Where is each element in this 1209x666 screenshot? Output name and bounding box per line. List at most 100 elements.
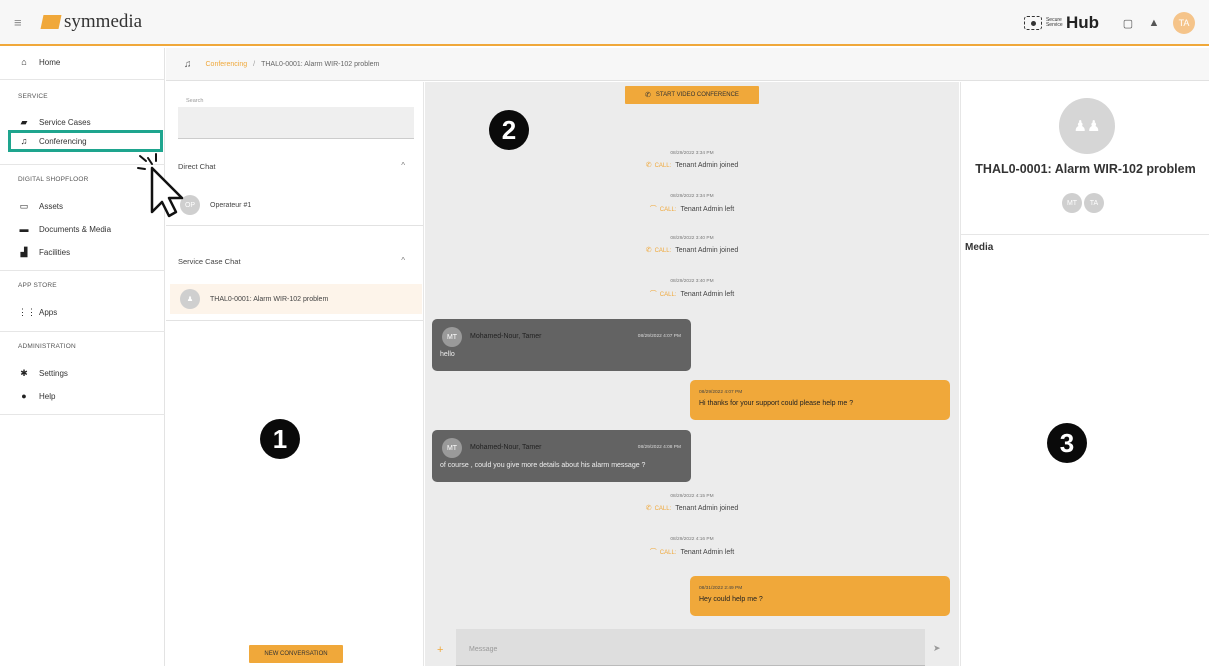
call-event: 08/29/2022 3:40 PM ⌒ CALL: Tenant Admin le… — [425, 279, 959, 299]
chevron-up-icon[interactable]: ^ — [401, 256, 405, 265]
member-avatar[interactable]: MT — [1062, 193, 1082, 213]
sender-name: Mohamed-Nour, Tamer — [470, 333, 542, 340]
sidebar-item-apps[interactable]: ⋮⋮ Apps — [0, 301, 165, 323]
section-digital-shopfloor: DIGITAL SHOPFLOOR — [18, 176, 89, 183]
phone-icon: ✆ — [645, 162, 652, 169]
add-attachment-button[interactable]: + — [437, 644, 443, 656]
top-bar: ≡ symmedia Secure Service Hub ▢ ▲ TA — [0, 0, 1209, 46]
assets-icon: ▭ — [19, 200, 29, 211]
sidebar-item-home[interactable]: ⌂ Home — [0, 51, 165, 73]
avatar: MT — [442, 327, 462, 347]
sender-name: Mohamed-Nour, Tamer — [470, 444, 542, 451]
send-icon[interactable]: ➤ — [933, 643, 941, 654]
sidebar-item-settings[interactable]: ✱ Settings — [0, 362, 165, 384]
hub-small-label: Secure Service — [1045, 17, 1063, 28]
section-administration: ADMINISTRATION — [18, 343, 76, 350]
search-input[interactable] — [178, 107, 414, 139]
new-conversation-button[interactable]: NEW CONVERSATION — [249, 645, 343, 663]
call-event: 08/29/2022 3:34 PM ⌒ CALL: Tenant Admin le… — [425, 194, 959, 214]
conversation-list-panel: Search Direct Chat ^ OP Operateur #1 Ser… — [166, 82, 424, 666]
sidebar-item-label: Apps — [39, 307, 58, 317]
headset-icon: ♫ — [20, 136, 28, 146]
event-time: 08/29/2022 3:34 PM — [670, 151, 714, 156]
sidebar-item-label: Home — [39, 57, 61, 67]
call-label: CALL: — [659, 550, 677, 556]
call-label: CALL: — [654, 163, 672, 169]
logo-mark — [40, 15, 62, 29]
sidebar-item-help[interactable]: ● Help — [0, 385, 165, 407]
event-line: ✆ CALL: Tenant Admin joined — [425, 161, 959, 169]
event-line: ⌒ CALL: Tenant Admin left — [425, 547, 959, 557]
call-event: 08/29/2022 4:15 PM ✆ CALL: Tenant Admin jo… — [425, 494, 959, 512]
breadcrumb-link-conferencing[interactable]: Conferencing — [206, 61, 248, 68]
help-icon: ● — [21, 391, 27, 401]
sidebar-item-documents-media[interactable]: ▬ Documents & Media — [0, 218, 165, 240]
sidebar-item-conferencing[interactable]: ♫ Conferencing — [8, 130, 163, 152]
user-avatar[interactable]: TA — [1173, 12, 1195, 34]
event-text: Tenant Admin joined — [675, 247, 739, 254]
incoming-message: MT Mohamed-Nour, Tamer 08/29/2022 4:08 P… — [432, 430, 691, 482]
event-text: Tenant Admin joined — [675, 162, 739, 169]
service-case-chat-title: Service Case Chat — [178, 257, 241, 266]
member-avatar[interactable]: TA — [1084, 193, 1104, 213]
avatar: MT — [442, 438, 462, 458]
message-text: Hi thanks for your support could please … — [699, 400, 854, 407]
outgoing-message: 08/29/2022 4:07 PM Hi thanks for your su… — [690, 380, 950, 420]
breadcrumb-separator: / — [253, 60, 256, 68]
hub-label: Hub — [1065, 13, 1099, 32]
event-time: 08/29/2022 3:34 PM — [670, 194, 714, 199]
logo[interactable]: symmedia — [40, 11, 143, 33]
event-text: Tenant Admin left — [680, 206, 735, 213]
outgoing-message: 08/31/2022 2:49 PM Hey could help me ? — [690, 576, 950, 616]
event-time: 08/29/2022 4:16 PM — [670, 537, 714, 542]
event-time: 08/29/2022 4:15 PM — [670, 494, 714, 499]
message-input[interactable]: Message — [456, 629, 925, 666]
start-video-conference-button[interactable]: ✆ START VIDEO CONFERENCE — [625, 86, 759, 104]
event-text: Tenant Admin joined — [675, 505, 739, 512]
phone-icon: ✆ — [645, 247, 652, 254]
message-text: hello — [440, 351, 455, 358]
chat-icon[interactable]: ▢ — [1121, 17, 1135, 30]
factory-icon: ▟ — [20, 246, 28, 257]
logo-text: symmedia — [64, 11, 143, 32]
message-text: of course , could you give more details … — [440, 462, 646, 469]
section-service: SERVICE — [18, 93, 48, 100]
call-event: 08/29/2022 3:40 PM ✆ CALL: Tenant Admin jo… — [425, 236, 959, 254]
divider — [0, 414, 165, 415]
divider — [166, 225, 423, 226]
call-label: CALL: — [654, 248, 672, 254]
message-text: Hey could help me ? — [699, 596, 763, 603]
member-list: MT TA — [1062, 193, 1106, 213]
group-icon: ♟ — [180, 289, 200, 309]
sidebar-item-label: Assets — [39, 201, 64, 211]
marker-3: 3 — [1047, 423, 1087, 463]
chevron-up-icon[interactable]: ^ — [401, 161, 405, 170]
secure-service-hub-logo: Secure Service Hub — [1023, 13, 1099, 33]
chat-name: THAL0-0001: Alarm WIR-102 problem — [210, 295, 329, 303]
event-time: 08/29/2022 3:40 PM — [670, 236, 714, 241]
service-case-chat-item[interactable]: ♟ THAL0-0001: Alarm WIR-102 problem — [170, 284, 422, 314]
event-line: ✆ CALL: Tenant Admin joined — [425, 504, 959, 512]
divider — [0, 331, 165, 332]
sidebar-item-label: Settings — [39, 368, 68, 378]
folder-icon: ▬ — [19, 224, 29, 234]
sidebar-item-label: Service Cases — [39, 117, 91, 127]
bell-icon[interactable]: ▲ — [1147, 17, 1161, 29]
headset-icon: ♫ — [184, 58, 192, 70]
divider — [0, 79, 165, 80]
event-line: ⌒ CALL: Tenant Admin left — [425, 289, 959, 299]
divider — [0, 270, 165, 271]
sidebar-item-label: Facilities — [39, 247, 71, 257]
menu-icon[interactable]: ≡ — [14, 15, 30, 30]
chat-name: Operateur #1 — [210, 201, 252, 209]
direct-chat-item[interactable]: OP Operateur #1 — [170, 190, 422, 220]
call-event: 08/29/2022 3:34 PM ✆ CALL: Tenant Admin jo… — [425, 151, 959, 169]
divider — [166, 320, 423, 321]
sidebar-item-facilities[interactable]: ▟ Facilities — [0, 241, 165, 263]
incoming-message: MT Mohamed-Nour, Tamer 08/29/2022 4:07 P… — [432, 319, 691, 371]
sidebar: ⌂ Home SERVICE ▰ Service Cases ♫ Confere… — [0, 48, 165, 666]
message-placeholder: Message — [469, 646, 498, 653]
conversation-details-panel: ♟♟ THAL0-0001: Alarm WIR-102 problem MT … — [960, 82, 1209, 666]
marker-1: 1 — [260, 419, 300, 459]
chat-panel: ✆ START VIDEO CONFERENCE 2 08/29/2022 3:… — [425, 82, 959, 666]
